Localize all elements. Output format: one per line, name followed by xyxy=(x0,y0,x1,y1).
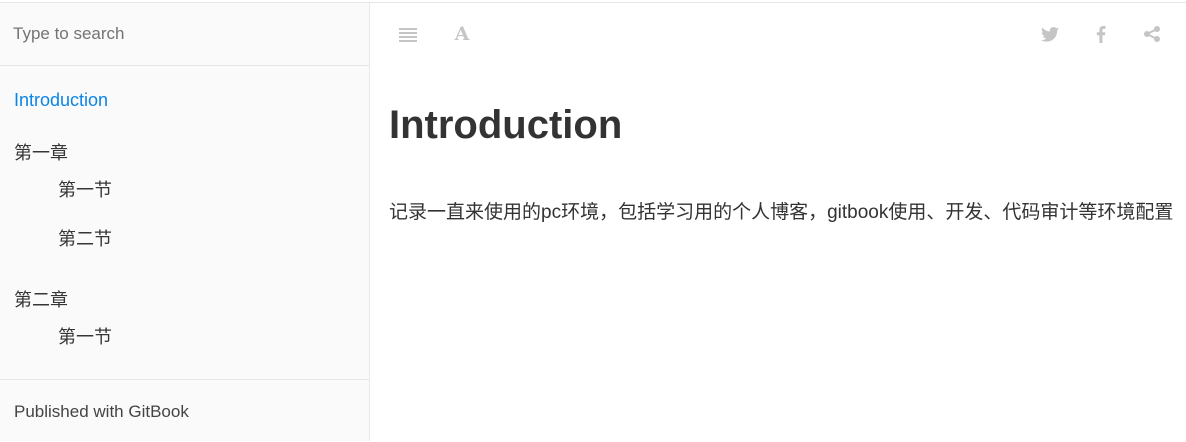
published-with-gitbook-link[interactable]: Published with GitBook xyxy=(14,402,189,422)
book-sidebar: Introduction 第一章 第一节 第二节 第二章 第一节 Publish… xyxy=(0,3,370,441)
sidebar-toggle-button[interactable] xyxy=(396,22,420,46)
sidebar-footer: Published with GitBook xyxy=(0,379,369,442)
share-button[interactable] xyxy=(1140,22,1164,46)
facebook-share-button[interactable] xyxy=(1089,22,1113,46)
search-box xyxy=(0,3,369,66)
facebook-icon xyxy=(1096,25,1106,43)
page-title: Introduction xyxy=(389,103,623,147)
nav-item-chapter-1-section-2[interactable]: 第二节 xyxy=(58,225,112,251)
twitter-share-button[interactable] xyxy=(1038,22,1062,46)
nav-item-chapter-1-section-1[interactable]: 第一节 xyxy=(58,176,112,202)
nav-item-chapter-2-section-1[interactable]: 第一节 xyxy=(58,323,112,349)
sidebar-toggle-icon xyxy=(399,28,417,42)
search-input[interactable] xyxy=(0,3,369,65)
nav-item-chapter-1[interactable]: 第一章 xyxy=(14,139,68,165)
font-settings-icon: A xyxy=(454,22,470,45)
nav-item-chapter-2[interactable]: 第二章 xyxy=(14,286,68,312)
nav-item-introduction[interactable]: Introduction xyxy=(14,90,108,111)
page-body-text: 记录一直来使用的pc环境，包括学习用的个人博客，gitbook使用、开发、代码审… xyxy=(389,202,1174,223)
font-settings-button[interactable]: A xyxy=(450,22,474,46)
twitter-icon xyxy=(1041,26,1059,42)
share-icon xyxy=(1144,26,1160,42)
